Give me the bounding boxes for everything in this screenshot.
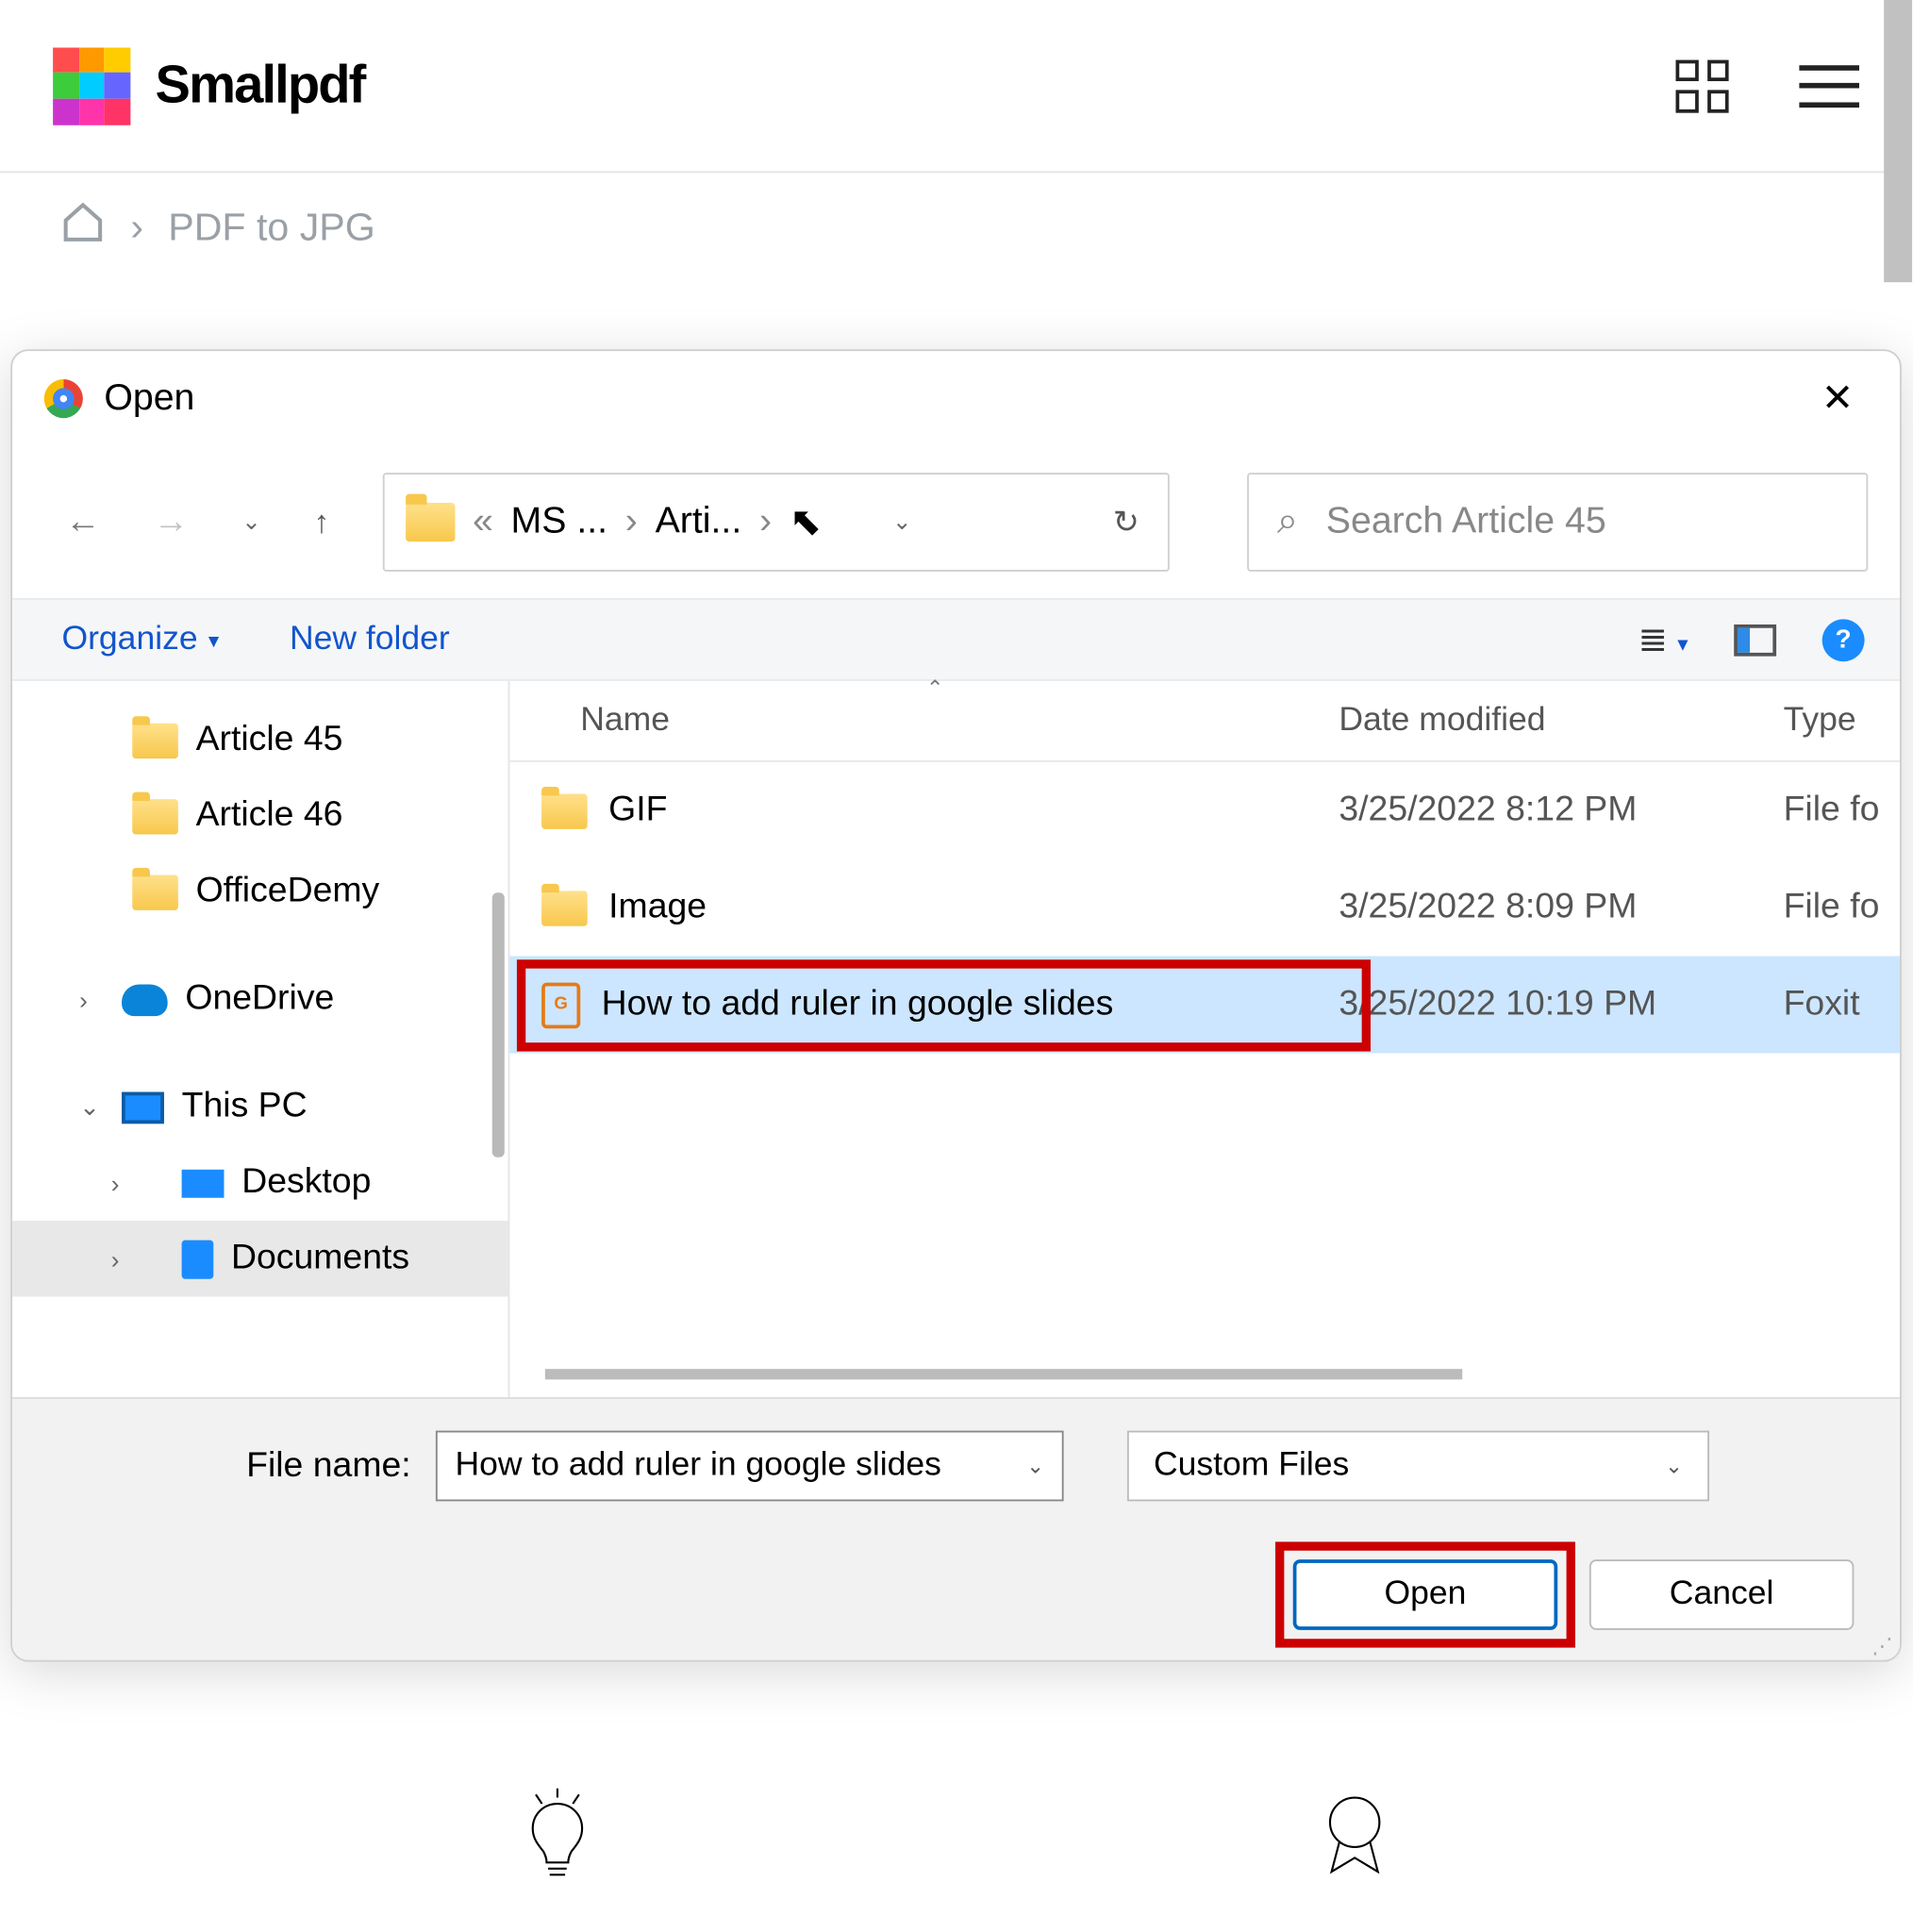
help-icon[interactable]: ? xyxy=(1822,618,1865,660)
search-placeholder: Search Article 45 xyxy=(1326,501,1606,543)
breadcrumb-separator: › xyxy=(130,205,143,251)
file-row-pdf[interactable]: How to add ruler in google slides 3/25/2… xyxy=(509,957,1900,1054)
file-name-input[interactable]: How to add ruler in google slides ⌄ xyxy=(436,1431,1064,1502)
breadcrumb: › PDF to JPG xyxy=(0,173,1912,282)
lightbulb-icon xyxy=(508,1785,607,1892)
monitor-icon xyxy=(122,1091,164,1124)
file-row-folder[interactable]: Image 3/25/2022 8:09 PM File fo xyxy=(509,859,1900,957)
column-name[interactable]: Name xyxy=(509,701,1339,740)
chevron-down-icon[interactable]: ⌄ xyxy=(1026,1454,1044,1478)
path-seg-2[interactable]: Arti... xyxy=(656,501,742,543)
tree-item-article-46[interactable]: Article 46 xyxy=(12,778,507,854)
new-folder-button[interactable]: New folder xyxy=(290,620,450,658)
tree-scrollbar[interactable] xyxy=(492,892,505,1157)
dialog-footer: File name: How to add ruler in google sl… xyxy=(12,1397,1900,1662)
address-dropdown-icon[interactable]: ⌄ xyxy=(840,508,929,537)
column-headers[interactable]: ⌃ Name Date modified Type xyxy=(509,681,1900,762)
chevron-right-icon[interactable]: › xyxy=(625,501,638,543)
address-bar[interactable]: « MS ... › Arti... › ⬉ ⌄ ↻ xyxy=(383,473,1170,572)
tree-item-this-pc[interactable]: ⌄This PC xyxy=(12,1069,507,1144)
chevron-right-icon[interactable]: › xyxy=(111,1169,136,1197)
dialog-titlebar: Open ✕ xyxy=(12,351,1900,446)
path-seg-1[interactable]: MS ... xyxy=(511,501,608,543)
tree-item-desktop[interactable]: ›Desktop xyxy=(12,1145,507,1221)
chevron-down-icon: ▾ xyxy=(208,627,219,652)
column-date[interactable]: Date modified xyxy=(1339,701,1783,740)
dialog-title: Open xyxy=(104,377,194,420)
site-header: Smallpdf xyxy=(0,0,1912,173)
file-type-filter[interactable]: Custom Files ⌄ xyxy=(1127,1431,1709,1502)
chevron-down-icon[interactable]: ⌄ xyxy=(79,1092,104,1123)
refresh-icon[interactable]: ↻ xyxy=(1106,504,1146,541)
smallpdf-logo-icon xyxy=(53,47,130,125)
chevron-down-icon: ⌄ xyxy=(1665,1454,1683,1478)
column-type[interactable]: Type xyxy=(1784,701,1900,740)
folder-icon xyxy=(132,723,178,758)
close-icon[interactable]: ✕ xyxy=(1807,369,1868,429)
pdf-file-icon xyxy=(541,982,580,1028)
home-icon[interactable] xyxy=(60,199,107,256)
sort-indicator-icon: ⌃ xyxy=(926,675,944,700)
tree-item-officedemy[interactable]: OfficeDemy xyxy=(12,854,507,929)
file-row-folder[interactable]: GIF 3/25/2022 8:12 PM File fo xyxy=(509,762,1900,859)
page-scrollbar[interactable] xyxy=(1884,0,1912,282)
folder-tree: Article 45 Article 46 OfficeDemy ›OneDri… xyxy=(12,681,509,1397)
back-icon[interactable]: ← xyxy=(65,502,100,542)
file-open-dialog: Open ✕ ← → ⌄ ↑ « MS ... › Arti... › ⬉ ⌄ … xyxy=(10,349,1902,1661)
folder-icon xyxy=(541,793,588,828)
tree-item-article-45[interactable]: Article 45 xyxy=(12,702,507,777)
brand[interactable]: Smallpdf xyxy=(53,47,364,125)
tree-item-onedrive[interactable]: ›OneDrive xyxy=(12,961,507,1037)
search-icon: ⌕ xyxy=(1277,501,1298,543)
list-scrollbar[interactable] xyxy=(545,1369,1462,1379)
open-button[interactable]: Open xyxy=(1293,1559,1558,1630)
breadcrumb-page[interactable]: PDF to JPG xyxy=(168,205,374,251)
path-overflow-icon[interactable]: « xyxy=(473,501,493,543)
folder-icon xyxy=(541,890,588,924)
file-list: ⌃ Name Date modified Type GIF 3/25/2022 … xyxy=(509,681,1900,1397)
tree-item-documents[interactable]: ›Documents xyxy=(12,1221,507,1296)
mouse-cursor-icon: ⬉ xyxy=(790,499,822,545)
tools-grid-icon[interactable] xyxy=(1676,59,1729,112)
recent-dropdown-icon[interactable]: ⌄ xyxy=(241,508,260,537)
chevron-right-icon[interactable]: › xyxy=(759,501,772,543)
onedrive-icon xyxy=(122,984,168,1016)
chevron-right-icon[interactable]: › xyxy=(79,985,104,1013)
feature-icons-row xyxy=(0,1785,1912,1892)
up-one-level-icon[interactable]: ↑ xyxy=(314,504,330,541)
brand-title: Smallpdf xyxy=(156,56,365,116)
folder-icon xyxy=(132,798,178,833)
hamburger-menu-icon[interactable] xyxy=(1799,64,1859,107)
cancel-button[interactable]: Cancel xyxy=(1589,1559,1855,1630)
resize-grip-icon[interactable]: ⋰ xyxy=(1871,1634,1892,1658)
award-badge-icon xyxy=(1306,1785,1405,1892)
view-mode-button[interactable]: ≣ ▾ xyxy=(1639,618,1688,662)
forward-icon[interactable]: → xyxy=(154,502,189,542)
folder-icon xyxy=(406,503,455,541)
preview-pane-button[interactable] xyxy=(1734,624,1776,656)
chrome-icon xyxy=(44,379,83,418)
search-input[interactable]: ⌕ Search Article 45 xyxy=(1247,473,1868,572)
desktop-icon xyxy=(182,1169,225,1197)
dialog-nav: ← → ⌄ ↑ « MS ... › Arti... › ⬉ ⌄ ↻ ⌕ Sea… xyxy=(12,446,1900,598)
chevron-right-icon[interactable]: › xyxy=(111,1244,136,1273)
documents-icon xyxy=(182,1240,214,1278)
folder-icon xyxy=(132,874,178,909)
file-name-label: File name: xyxy=(58,1445,411,1486)
organize-menu[interactable]: Organize ▾ xyxy=(61,620,219,658)
dialog-toolbar: Organize ▾ New folder ≣ ▾ ? xyxy=(12,598,1900,681)
